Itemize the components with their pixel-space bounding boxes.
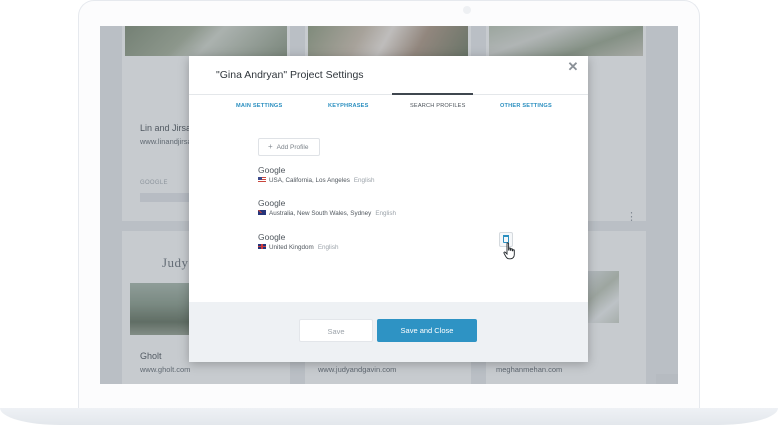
profile-engine: Google [258, 198, 286, 208]
profile-location: United Kingdom [269, 244, 314, 251]
save-and-close-button[interactable]: Save and Close [377, 319, 477, 342]
close-icon[interactable]: ✕ [566, 60, 580, 74]
tab-main-settings[interactable]: MAIN SETTINGS [236, 103, 282, 109]
camera-icon [463, 6, 471, 14]
add-profile-label: Add Profile [276, 144, 309, 151]
profile-location: Australia, New South Wales, Sydney [269, 210, 372, 217]
profile-language: English [375, 210, 396, 217]
profile-engine: Google [258, 165, 286, 175]
tabs-divider [189, 94, 588, 95]
search-profile-item[interactable]: Google Australia, New South Wales, Sydne… [258, 198, 396, 217]
search-profile-item[interactable]: Google USA, California, Los Angeles Engli… [258, 165, 375, 184]
profile-location-row: Australia, New South Wales, Sydney Englis… [258, 210, 396, 217]
search-profile-item[interactable]: Google United Kingdom English [258, 232, 338, 251]
tab-other-settings[interactable]: OTHER SETTINGS [500, 103, 552, 109]
active-tab-indicator [392, 93, 473, 95]
plus-icon: + [268, 142, 273, 151]
us-flag-icon [258, 177, 266, 182]
profile-language: English [317, 244, 339, 251]
tab-search-profiles[interactable]: SEARCH PROFILES [410, 103, 466, 109]
tab-keyphrases[interactable]: KEYPHRASES [328, 103, 369, 109]
profile-engine: Google [258, 232, 286, 242]
profile-location-row: USA, California, Los Angeles English [258, 177, 375, 184]
laptop-base [0, 408, 778, 425]
project-settings-dialog: "Gina Andryan" Project Settings ✕ MAIN S… [189, 56, 588, 362]
scrollbar-thumb[interactable] [656, 374, 678, 384]
profile-location-row: United Kingdom English [258, 244, 338, 251]
profile-location: USA, California, Los Angeles [269, 177, 350, 184]
hand-cursor-icon [503, 242, 515, 260]
add-profile-button[interactable]: + Add Profile [258, 138, 320, 156]
uk-flag-icon [258, 244, 266, 249]
au-flag-icon [258, 210, 266, 215]
dialog-title: "Gina Andryan" Project Settings [216, 69, 364, 81]
save-button[interactable]: Save [299, 319, 373, 342]
profile-language: English [353, 177, 375, 184]
